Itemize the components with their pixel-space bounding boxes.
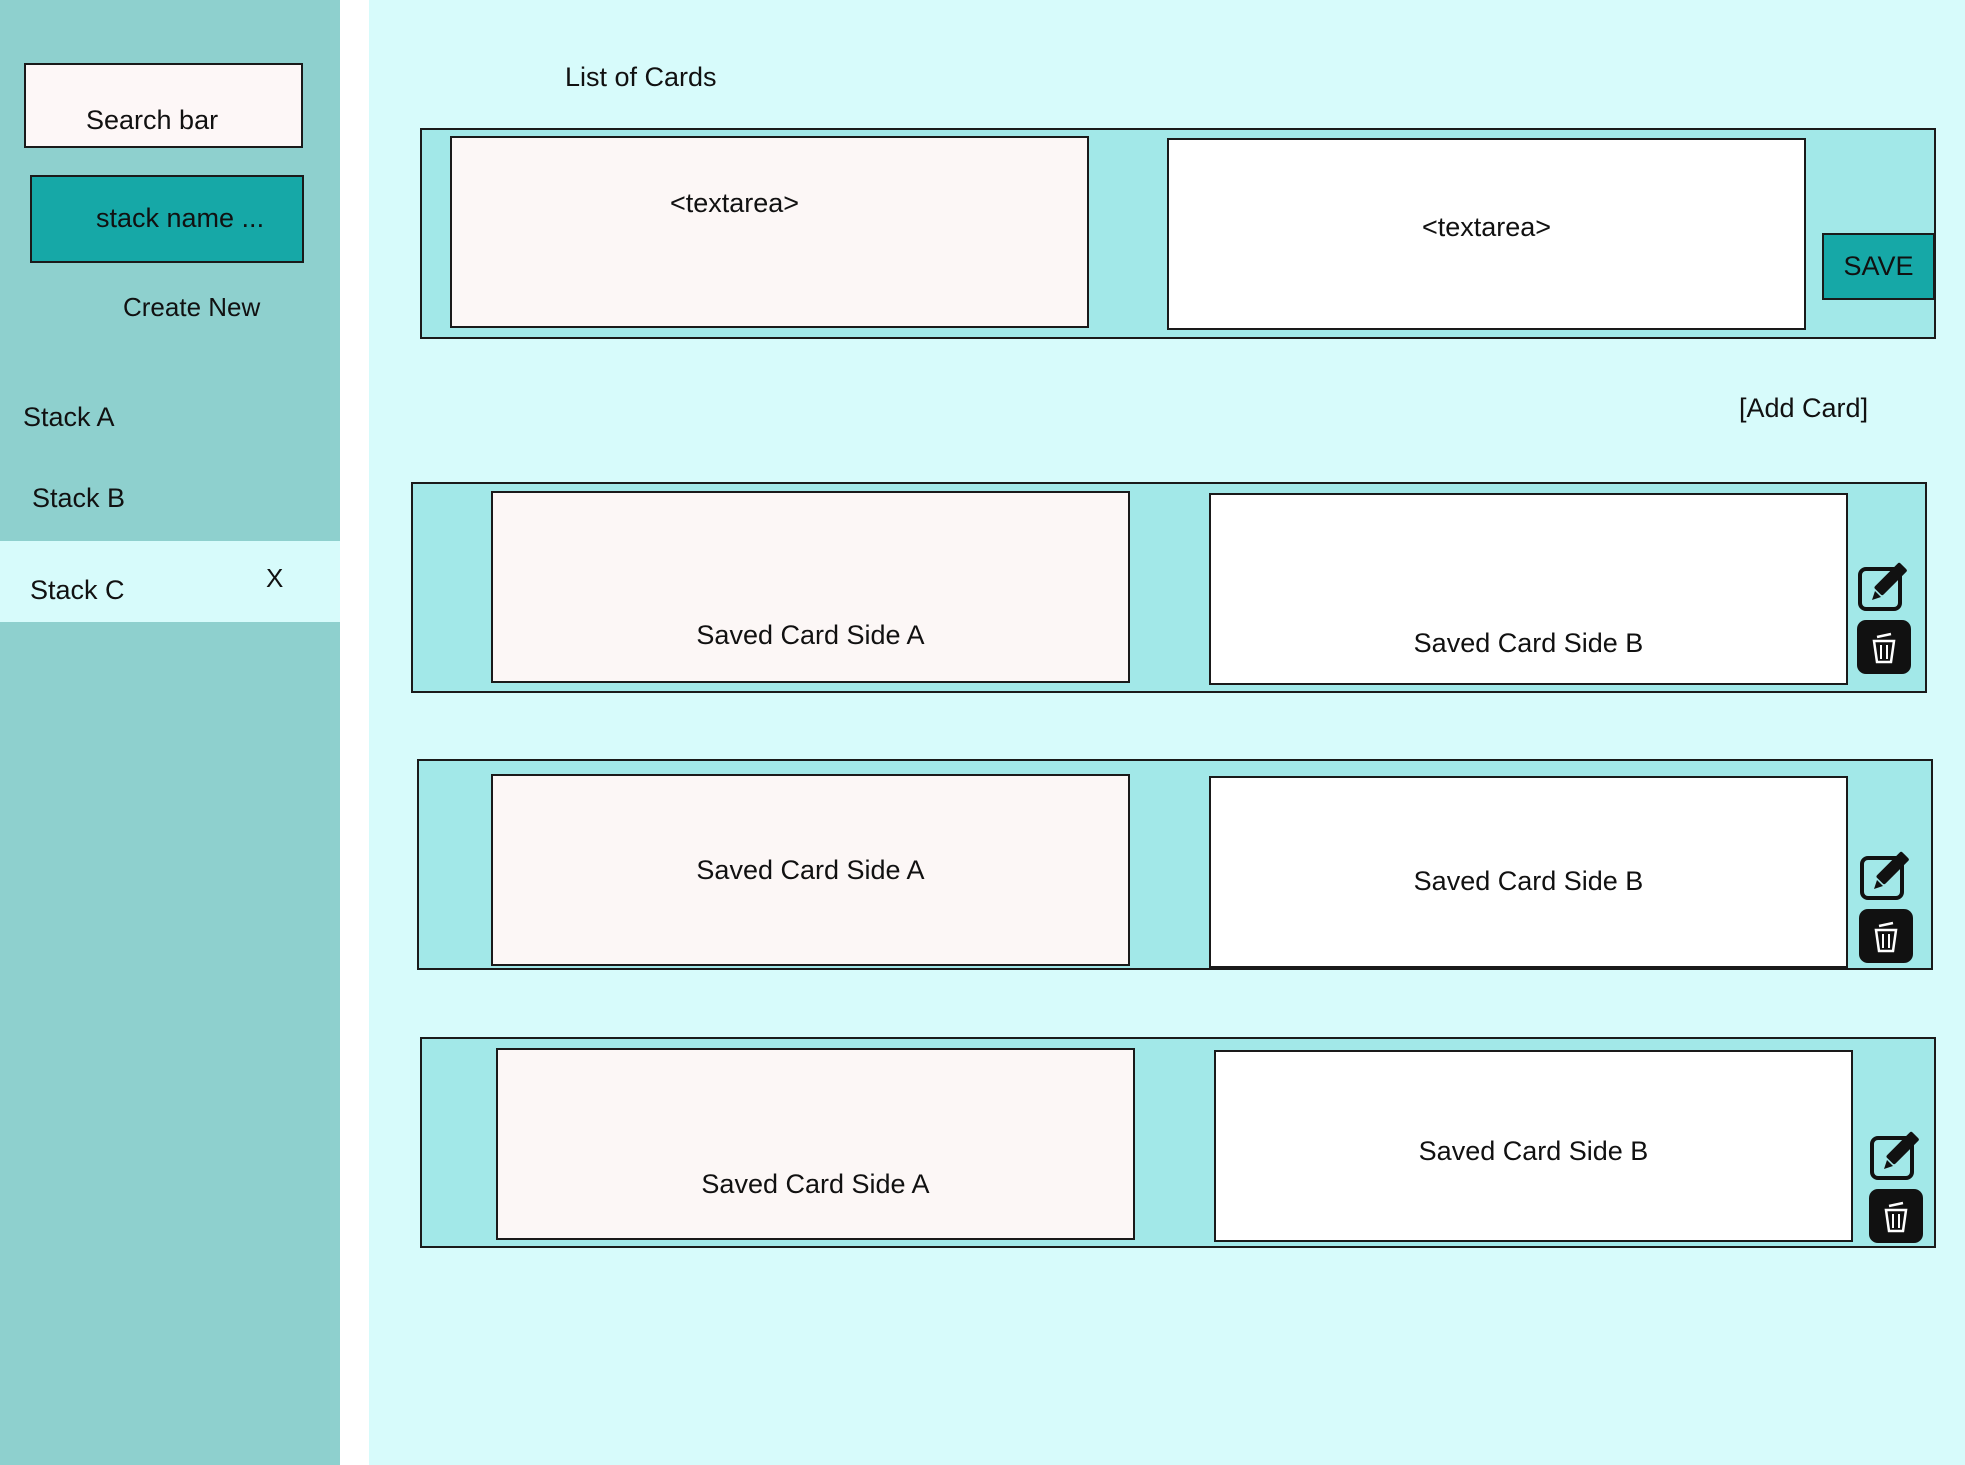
saved-card-side-a-text: Saved Card Side A	[696, 620, 925, 650]
saved-card-row: Saved Card Side A Saved Card Side B	[420, 1037, 1936, 1248]
edit-icon[interactable]	[1857, 561, 1911, 615]
page-title: List of Cards	[565, 62, 717, 92]
saved-card-side-a-text: Saved Card Side A	[701, 1169, 930, 1199]
saved-card-side-b: Saved Card Side B	[1209, 776, 1848, 968]
saved-card-row: Saved Card Side A Saved Card Side B	[417, 759, 1933, 970]
sidebar-item-stack-b[interactable]: Stack B	[32, 483, 125, 514]
side-a-placeholder: <textarea>	[669, 188, 800, 218]
saved-card-side-a: Saved Card Side A	[491, 774, 1130, 966]
saved-card-side-a: Saved Card Side A	[496, 1048, 1135, 1240]
sidebar: Search bar stack name ... Create New Sta…	[0, 0, 340, 1465]
card-editor: <textarea> <textarea>	[420, 128, 1936, 339]
trash-icon[interactable]	[1869, 1189, 1923, 1243]
side-b-textarea[interactable]: <textarea>	[1167, 138, 1806, 330]
edit-icon[interactable]	[1859, 850, 1913, 904]
saved-card-row: Saved Card Side A Saved Card Side B	[411, 482, 1927, 693]
save-button[interactable]: SAVE	[1822, 233, 1935, 300]
search-input[interactable]: Search bar	[24, 63, 303, 148]
trash-icon[interactable]	[1859, 909, 1913, 963]
stack-name-input[interactable]: stack name ...	[30, 175, 304, 263]
create-new-button[interactable]: Create New	[123, 292, 260, 323]
saved-card-side-a-text: Saved Card Side A	[696, 854, 925, 885]
saved-card-side-b-text: Saved Card Side B	[1413, 865, 1644, 896]
saved-card-side-b: Saved Card Side B	[1214, 1050, 1853, 1242]
delete-stack-button[interactable]: X	[266, 563, 283, 594]
sidebar-divider	[340, 0, 369, 1465]
saved-card-side-a: Saved Card Side A	[491, 491, 1130, 683]
edit-icon[interactable]	[1869, 1130, 1923, 1184]
trash-icon[interactable]	[1857, 620, 1911, 674]
saved-card-side-b: Saved Card Side B	[1209, 493, 1848, 685]
sidebar-item-label: Stack C	[30, 575, 125, 605]
side-b-placeholder: <textarea>	[1421, 212, 1552, 242]
side-a-textarea[interactable]: <textarea>	[450, 136, 1089, 328]
saved-card-side-b-text: Saved Card Side B	[1413, 628, 1644, 658]
saved-card-side-b-text: Saved Card Side B	[1418, 1136, 1649, 1166]
sidebar-item-stack-a[interactable]: Stack A	[23, 402, 115, 433]
add-card-button[interactable]: [Add Card]	[1739, 393, 1868, 424]
sidebar-item-stack-c[interactable]: Stack C X	[0, 541, 340, 622]
